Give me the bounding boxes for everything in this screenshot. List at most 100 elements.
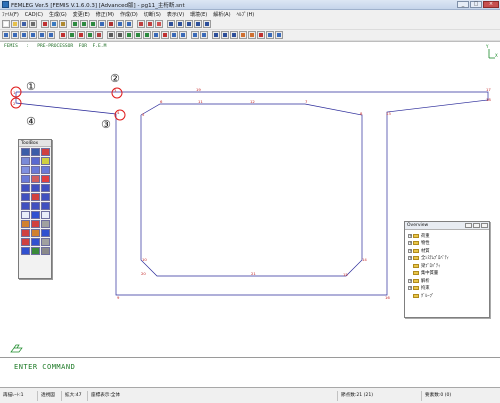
- save-icon[interactable]: [20, 20, 28, 28]
- tool-blank-icon[interactable]: [21, 211, 30, 219]
- view-side-icon[interactable]: [134, 31, 142, 39]
- menu-file[interactable]: ﾌｧｲﾙ(F): [2, 11, 19, 18]
- refresh-icon[interactable]: [116, 31, 124, 39]
- menu-generate[interactable]: 生成(G): [49, 11, 67, 18]
- fit-tool-icon[interactable]: [170, 31, 178, 39]
- tool-table-icon[interactable]: [31, 247, 40, 255]
- overview-tab-1[interactable]: [465, 223, 472, 228]
- tool-mirror-icon[interactable]: [21, 202, 30, 210]
- tree-item[interactable]: 集中質量: [408, 270, 489, 278]
- tool-arrow-down-icon[interactable]: [31, 211, 40, 219]
- tree-item[interactable]: + 荷重: [408, 232, 489, 240]
- tool-blank-2-icon[interactable]: [41, 211, 50, 219]
- menu-view[interactable]: 表示(V): [167, 11, 184, 18]
- select-tool-icon[interactable]: [20, 31, 28, 39]
- mesh-tool-icon[interactable]: [116, 20, 124, 28]
- label-tool-icon[interactable]: [200, 31, 208, 39]
- delete-tool-icon[interactable]: [107, 20, 115, 28]
- tool-arc-icon[interactable]: [31, 166, 40, 174]
- tool-rotate-icon[interactable]: [41, 193, 50, 201]
- paste-icon[interactable]: [59, 20, 67, 28]
- mass-tool-icon[interactable]: [239, 31, 247, 39]
- snap-tool-icon[interactable]: [167, 20, 175, 28]
- tool-select-icon[interactable]: [21, 148, 30, 156]
- load-tool-icon[interactable]: [221, 31, 229, 39]
- menu-create[interactable]: 作成(D): [120, 11, 138, 18]
- filter-tool-icon[interactable]: [29, 31, 37, 39]
- menu-environment[interactable]: 環境(E): [190, 11, 207, 18]
- clip-tool-icon[interactable]: [161, 31, 169, 39]
- expand-icon[interactable]: +: [408, 256, 412, 261]
- table-tool-icon[interactable]: [155, 20, 163, 28]
- shade-tool-icon[interactable]: [77, 31, 85, 39]
- copy-icon[interactable]: [50, 20, 58, 28]
- menu-analysis[interactable]: 解析(A): [213, 11, 230, 18]
- spring-tool-icon[interactable]: [248, 31, 256, 39]
- new-file-icon[interactable]: [2, 20, 10, 28]
- menu-modify[interactable]: 修正(M): [96, 11, 114, 18]
- tool-arrow-up-icon[interactable]: [31, 202, 40, 210]
- tool-support-icon[interactable]: [31, 220, 40, 228]
- layer-dropdown-icon[interactable]: [11, 31, 19, 39]
- tool-flag-icon[interactable]: [21, 229, 30, 237]
- pick-dropdown-icon[interactable]: [47, 31, 55, 39]
- tree-item[interactable]: + 解析: [408, 277, 489, 285]
- expand-icon[interactable]: +: [408, 241, 412, 246]
- tool-magnify-icon[interactable]: [41, 220, 50, 228]
- expand-icon[interactable]: +: [408, 286, 412, 291]
- close-button[interactable]: ×: [483, 1, 499, 8]
- tool-info-icon[interactable]: [21, 247, 30, 255]
- expand-icon[interactable]: +: [408, 278, 412, 283]
- tool-check-icon[interactable]: [41, 148, 50, 156]
- tool-circle-icon[interactable]: [21, 166, 30, 174]
- arc-tool-icon[interactable]: [80, 20, 88, 28]
- minimize-button[interactable]: _: [457, 1, 469, 8]
- grid-tool-icon[interactable]: [98, 20, 106, 28]
- tool-mark-icon[interactable]: [21, 238, 30, 246]
- tool-edit-icon[interactable]: [41, 238, 50, 246]
- command-area[interactable]: ENTER COMMAND: [0, 358, 500, 387]
- print-icon[interactable]: [29, 20, 37, 28]
- menu-change[interactable]: 変更(E): [73, 11, 90, 18]
- tool-divide-icon[interactable]: [21, 175, 30, 183]
- expand-icon[interactable]: +: [408, 233, 412, 238]
- tool-curve-icon[interactable]: [41, 166, 50, 174]
- tool-load-icon[interactable]: [21, 220, 30, 228]
- overview-close-icon[interactable]: [481, 223, 488, 228]
- line-tool-icon[interactable]: [71, 20, 79, 28]
- move-tool-icon[interactable]: [146, 20, 154, 28]
- bound-tool-icon[interactable]: [230, 31, 238, 39]
- maximize-button[interactable]: □: [470, 1, 482, 8]
- tool-copy-icon[interactable]: [31, 193, 40, 201]
- wire-tool-icon[interactable]: [86, 31, 94, 39]
- list-tool-icon[interactable]: [266, 31, 274, 39]
- pan-tool-icon[interactable]: [179, 31, 187, 39]
- align-tool-icon[interactable]: [176, 20, 184, 28]
- tool-pencil-icon[interactable]: [41, 157, 50, 165]
- check-tool-icon[interactable]: [257, 31, 265, 39]
- tool-erase-icon[interactable]: [31, 175, 40, 183]
- tree-item[interactable]: + 全ｼｽﾃﾑﾌﾟﾛﾊﾟﾃｨ: [408, 255, 489, 263]
- open-folder-icon[interactable]: [11, 20, 19, 28]
- tool-node-icon[interactable]: [21, 157, 30, 165]
- overview-tab-2[interactable]: [473, 223, 480, 228]
- tree-item[interactable]: + 物性: [408, 240, 489, 248]
- menu-cut[interactable]: 切断(S): [144, 11, 161, 18]
- cut-icon[interactable]: [41, 20, 49, 28]
- tool-corner-icon[interactable]: [21, 184, 30, 192]
- expand-icon[interactable]: +: [408, 248, 412, 253]
- element-tool-icon[interactable]: [125, 20, 133, 28]
- view-top-icon[interactable]: [143, 31, 151, 39]
- tool-move-icon[interactable]: [21, 193, 30, 201]
- tool-trim-icon[interactable]: [31, 184, 40, 192]
- tool-paint-icon[interactable]: [31, 229, 40, 237]
- tool-measure-icon[interactable]: [31, 238, 40, 246]
- pick-tool-icon[interactable]: [38, 31, 46, 39]
- tool-grid-icon[interactable]: [31, 148, 40, 156]
- layer-tool-icon[interactable]: [2, 31, 10, 39]
- tree-item[interactable]: 梁ﾌﾟﾛﾊﾟﾃｨ: [408, 262, 489, 270]
- redraw-icon[interactable]: [107, 31, 115, 39]
- render-tool-icon[interactable]: [68, 31, 76, 39]
- property-tool-icon[interactable]: [212, 31, 220, 39]
- tool-settings-icon[interactable]: [41, 247, 50, 255]
